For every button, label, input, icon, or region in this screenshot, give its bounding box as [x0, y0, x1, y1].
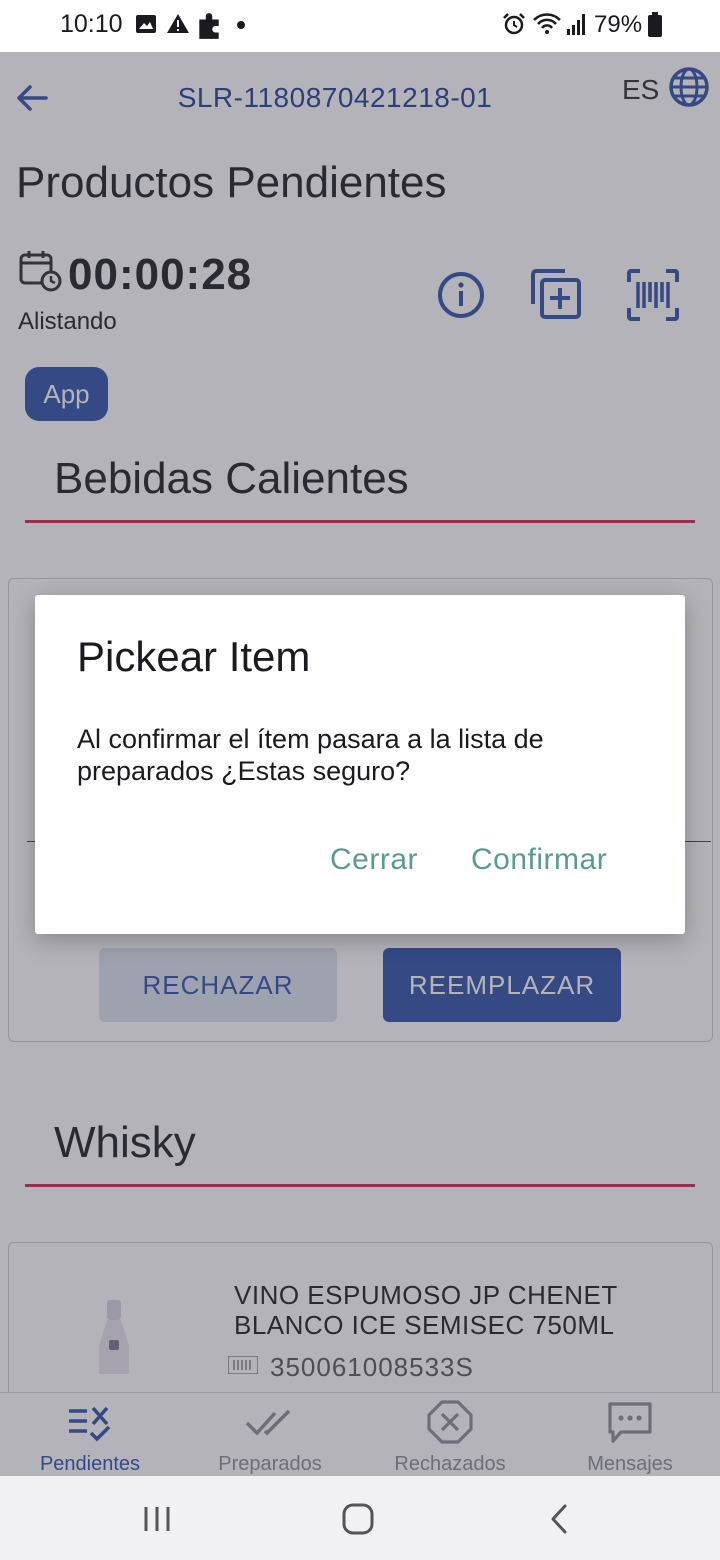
confirm-button[interactable]: Confirmar — [471, 843, 607, 877]
alarm-icon — [503, 13, 525, 35]
pick-item-dialog: Pickear Item Al confirmar el ítem pasara… — [35, 595, 685, 934]
status-bar: 10:10 79% — [0, 0, 720, 52]
warning-notification-icon — [167, 14, 189, 33]
system-back-icon[interactable] — [540, 1500, 580, 1538]
wifi-icon — [533, 13, 561, 34]
image-notification-icon — [136, 15, 156, 33]
puzzle-notification-icon — [199, 13, 219, 39]
dialog-message: Al confirmar el ítem pasara a la lista d… — [77, 724, 544, 786]
more-notifications-dot-icon — [237, 21, 245, 29]
status-time: 10:10 — [60, 10, 123, 38]
close-button[interactable]: Cerrar — [330, 843, 418, 877]
battery-icon — [648, 12, 662, 37]
system-navigation-bar — [0, 1476, 720, 1560]
battery-percent: 79% — [594, 11, 643, 38]
dialog-title: Pickear Item — [77, 633, 311, 680]
home-icon[interactable] — [338, 1500, 378, 1538]
signal-icon — [567, 14, 585, 35]
recent-apps-icon[interactable] — [137, 1500, 177, 1538]
